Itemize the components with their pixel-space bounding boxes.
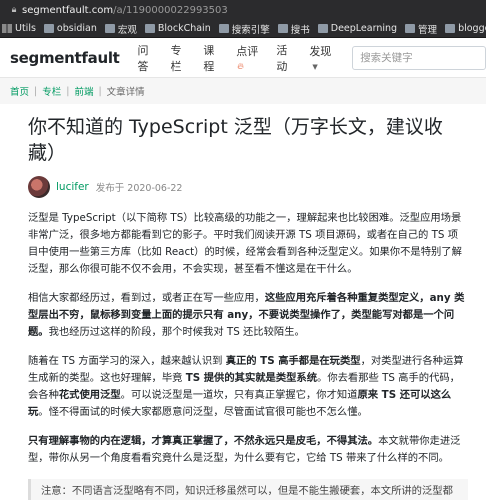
breadcrumb-column[interactable]: 专栏 (42, 84, 61, 98)
url-path: /a/1190000022993503 (113, 4, 228, 16)
paragraph-3: 随着在 TS 方面学习的深入，越来越认识到 真正的 TS 高手都是在玩类型，对类… (28, 355, 464, 418)
nav-reviews[interactable]: 点评🔥︎ (236, 43, 264, 72)
site-logo[interactable]: segmentfault (10, 49, 120, 67)
apps-icon (2, 24, 12, 33)
bookmark-utils[interactable]: Utils (2, 23, 36, 34)
bookmark-obsidian[interactable]: obsidian (43, 23, 97, 34)
paragraph-2: 相信大家都经历过，看到过，或者正在写一些应用，这些应用充斥着各种重复类型定义，a… (28, 292, 465, 338)
bookmark-blockchain[interactable]: BlockChain (144, 23, 211, 34)
bookmark-macro[interactable]: 宏观 (104, 22, 137, 36)
folder-icon (405, 24, 416, 33)
bookmark-blogger[interactable]: blogger (445, 23, 486, 34)
nav-columns[interactable]: 专栏 (170, 42, 191, 74)
nav-discover[interactable]: 发现▼ (309, 43, 338, 72)
caret-down-icon: ▼ (312, 63, 318, 71)
breadcrumb: 首页 | 专栏 | 前端 | 文章详情 (0, 78, 486, 104)
flame-icon: 🔥︎ (237, 62, 244, 72)
bookmark-books[interactable]: 搜书 (277, 22, 310, 36)
breadcrumb-frontend[interactable]: 前端 (74, 84, 93, 98)
search-input[interactable]: 搜索关键字 (352, 45, 486, 70)
folder-icon (218, 24, 229, 33)
breadcrumb-home[interactable]: 首页 (10, 84, 29, 98)
paragraph-1: 泛型是 TypeScript（以下简称 TS）比较高级的功能之一，理解起来也比较… (28, 212, 462, 275)
folder-icon (104, 24, 115, 33)
bookmark-management[interactable]: 管理 (405, 22, 437, 36)
folder-icon (317, 24, 328, 33)
folder-icon (144, 24, 155, 33)
nav-qa[interactable]: 问答 (138, 42, 159, 74)
folder-icon (43, 24, 54, 33)
site-header: segmentfault 问答 专栏 课程 点评🔥︎ 活动 发现▼ 搜索关键字 (0, 38, 486, 78)
page-title: 你不知道的 TypeScript 泛型（万字长文，建议收藏） (28, 116, 443, 164)
folder-icon (277, 24, 288, 33)
breadcrumb-current: 文章详情 (106, 87, 145, 98)
bookmarks-bar: Utils obsidian 宏观 BlockChain 搜索引擎 搜书 Dee… (0, 20, 486, 38)
publish-date: 发布于 2020-06-22 (95, 183, 183, 194)
article-meta: lucifer 发布于 2020-06-22 (28, 176, 486, 198)
bookmark-search-engines[interactable]: 搜索引擎 (218, 22, 270, 36)
note-blockquote: 注意：不同语言泛型略有不同，知识迁移虽然可以，但是不能生搬硬套，本文所讲的泛型都… (28, 479, 468, 500)
lock-icon: 🔒︎ (11, 5, 17, 15)
paragraph-4: 只有理解事物的内在逻辑，才算真正掌握了，不然永远只是皮毛，不得其法。本文就带你走… (28, 435, 461, 464)
bookmark-deeplearning[interactable]: DeepLearning (317, 23, 397, 34)
url-host: segmentfault.com (22, 4, 114, 16)
address-bar[interactable]: 🔒︎ segmentfault.com/a/1190000022993503 (0, 0, 486, 20)
nav-courses[interactable]: 课程 (203, 42, 224, 74)
avatar[interactable] (28, 176, 50, 198)
author-link[interactable]: lucifer (56, 181, 89, 193)
folder-icon (445, 24, 456, 33)
article: 你不知道的 TypeScript 泛型（万字长文，建议收藏） lucifer 发… (0, 104, 486, 500)
nav-events[interactable]: 活动 (276, 42, 297, 74)
